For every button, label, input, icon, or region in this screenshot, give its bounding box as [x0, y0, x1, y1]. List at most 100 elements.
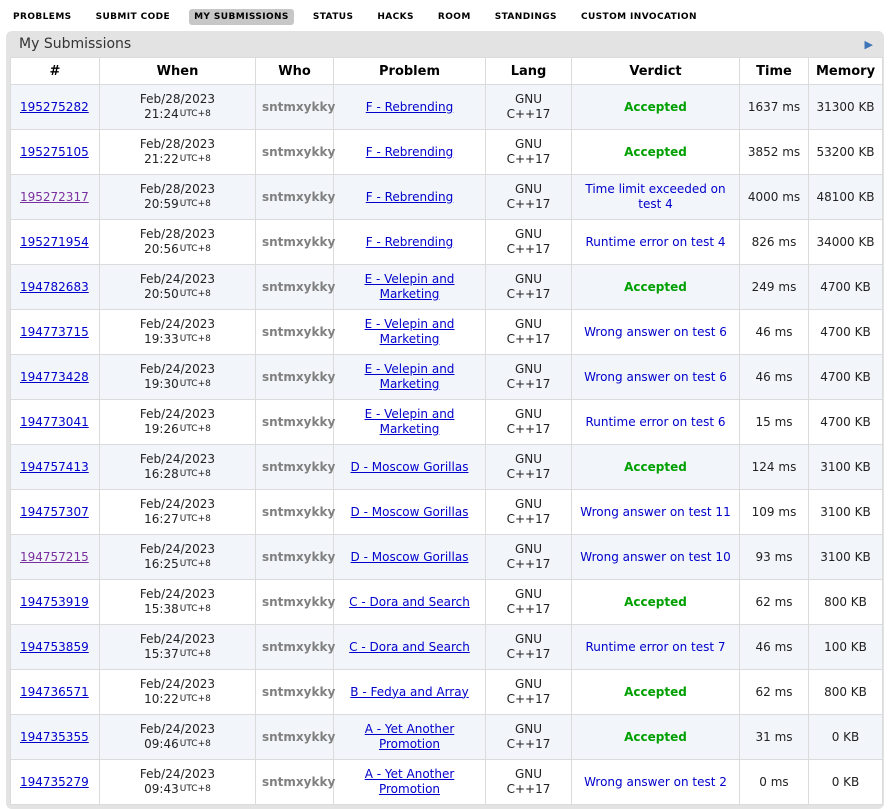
problem-link[interactable]: F - Rebrending	[366, 145, 454, 159]
submission-time: 20:59	[144, 197, 179, 211]
who-link[interactable]: sntmxykky	[262, 415, 335, 429]
nav-item-custom-invocation[interactable]: CUSTOM INVOCATION	[576, 9, 702, 25]
problem-link[interactable]: C - Dora and Search	[349, 640, 470, 654]
lang-label: GNU C++17	[502, 767, 556, 797]
who-link[interactable]: sntmxykky	[262, 280, 335, 294]
table-header-row: #WhenWhoProblemLangVerdictTimeMemory	[11, 58, 883, 85]
exec-time: 124 ms	[740, 445, 809, 490]
who-link[interactable]: sntmxykky	[262, 325, 335, 339]
who-link[interactable]: sntmxykky	[262, 685, 335, 699]
exec-time: 3852 ms	[740, 130, 809, 175]
nav-item-status[interactable]: STATUS	[308, 9, 359, 25]
problem-link[interactable]: F - Rebrending	[366, 190, 454, 204]
problem-link[interactable]: F - Rebrending	[366, 235, 454, 249]
submission-row: 195271954 Feb/28/2023 20:56UTC+8 sntmxyk…	[11, 220, 883, 265]
who-link[interactable]: sntmxykky	[262, 505, 335, 519]
submission-date: Feb/24/2023	[106, 542, 249, 557]
submission-id-link[interactable]: 195275282	[20, 100, 89, 114]
who-link[interactable]: sntmxykky	[262, 640, 335, 654]
submission-when-cell: Feb/24/2023 16:28UTC+8	[100, 445, 256, 490]
lang-label: GNU C++17	[502, 722, 556, 752]
submission-time: 19:30	[144, 377, 179, 391]
lang-label: GNU C++17	[502, 407, 556, 437]
timezone-label: UTC+8	[180, 244, 211, 254]
who-link[interactable]: sntmxykky	[262, 595, 335, 609]
verdict-label: Time limit exceeded on test 4	[585, 182, 725, 211]
submission-id-link[interactable]: 194753919	[20, 595, 89, 609]
submission-id-link[interactable]: 195271954	[20, 235, 89, 249]
verdict-label: Accepted	[624, 595, 687, 609]
submission-id-link[interactable]: 195272317	[20, 190, 89, 204]
problem-link[interactable]: E - Velepin and Marketing	[365, 272, 455, 301]
who-link[interactable]: sntmxykky	[262, 550, 335, 564]
submission-id-link[interactable]: 194735279	[20, 775, 89, 789]
submission-row: 194735279 Feb/24/2023 09:43UTC+8 sntmxyk…	[11, 760, 883, 805]
submissions-tbody: 195275282 Feb/28/2023 21:24UTC+8 sntmxyk…	[11, 85, 883, 805]
submission-id-link[interactable]: 194757307	[20, 505, 89, 519]
submission-row: 194773715 Feb/24/2023 19:33UTC+8 sntmxyk…	[11, 310, 883, 355]
memory: 800 KB	[809, 670, 883, 715]
memory: 31300 KB	[809, 85, 883, 130]
nav-item-submit-code[interactable]: SUBMIT CODE	[91, 9, 176, 25]
submission-id-link[interactable]: 194773715	[20, 325, 89, 339]
lang-label: GNU C++17	[502, 632, 556, 662]
nav-item-standings[interactable]: STANDINGS	[490, 9, 562, 25]
problem-link[interactable]: A - Yet Another Promotion	[365, 767, 455, 796]
memory: 4700 KB	[809, 310, 883, 355]
submission-date: Feb/28/2023	[106, 227, 249, 242]
problem-link[interactable]: E - Velepin and Marketing	[365, 407, 455, 436]
problem-link[interactable]: D - Moscow Gorillas	[351, 460, 469, 474]
who-link[interactable]: sntmxykky	[262, 775, 335, 789]
problem-link[interactable]: E - Velepin and Marketing	[365, 317, 455, 346]
submission-time: 21:24	[144, 107, 179, 121]
nav-item-my-submissions[interactable]: MY SUBMISSIONS	[189, 9, 294, 25]
nav-item-room[interactable]: ROOM	[433, 9, 476, 25]
submission-row: 194753919 Feb/24/2023 15:38UTC+8 sntmxyk…	[11, 580, 883, 625]
problem-link[interactable]: F - Rebrending	[366, 100, 454, 114]
submission-id-link[interactable]: 194773428	[20, 370, 89, 384]
memory: 4700 KB	[809, 265, 883, 310]
problem-link[interactable]: D - Moscow Gorillas	[351, 505, 469, 519]
nav-item-hacks[interactable]: HACKS	[372, 9, 419, 25]
who-link[interactable]: sntmxykky	[262, 235, 335, 249]
submission-id-link[interactable]: 194735355	[20, 730, 89, 744]
timezone-label: UTC+8	[180, 109, 211, 119]
who-link[interactable]: sntmxykky	[262, 370, 335, 384]
who-link[interactable]: sntmxykky	[262, 460, 335, 474]
who-link[interactable]: sntmxykky	[262, 100, 335, 114]
submission-id-link[interactable]: 195275105	[20, 145, 89, 159]
submission-when-cell: Feb/24/2023 16:27UTC+8	[100, 490, 256, 535]
submission-when-cell: Feb/24/2023 16:25UTC+8	[100, 535, 256, 580]
submission-when-cell: Feb/28/2023 21:22UTC+8	[100, 130, 256, 175]
who-link[interactable]: sntmxykky	[262, 190, 335, 204]
timezone-label: UTC+8	[180, 154, 211, 164]
verdict-label: Accepted	[624, 730, 687, 744]
submission-id-link[interactable]: 194736571	[20, 685, 89, 699]
exec-time: 15 ms	[740, 400, 809, 445]
memory: 48100 KB	[809, 175, 883, 220]
expand-arrow-icon[interactable]: ▶	[865, 39, 873, 50]
timezone-label: UTC+8	[180, 784, 211, 794]
who-link[interactable]: sntmxykky	[262, 730, 335, 744]
memory: 100 KB	[809, 625, 883, 670]
problem-link[interactable]: C - Dora and Search	[349, 595, 470, 609]
submission-row: 194757307 Feb/24/2023 16:27UTC+8 sntmxyk…	[11, 490, 883, 535]
lang-label: GNU C++17	[502, 182, 556, 212]
submission-id-link[interactable]: 194782683	[20, 280, 89, 294]
problem-link[interactable]: B - Fedya and Array	[350, 685, 468, 699]
submission-time: 21:22	[144, 152, 179, 166]
problem-link[interactable]: D - Moscow Gorillas	[351, 550, 469, 564]
problem-link[interactable]: A - Yet Another Promotion	[365, 722, 455, 751]
who-link[interactable]: sntmxykky	[262, 145, 335, 159]
submission-id-link[interactable]: 194757413	[20, 460, 89, 474]
submission-id-link[interactable]: 194773041	[20, 415, 89, 429]
memory: 800 KB	[809, 580, 883, 625]
submission-id-link[interactable]: 194757215	[20, 550, 89, 564]
contest-nav: PROBLEMS SUBMIT CODE MY SUBMISSIONS STATUS H…	[0, 0, 890, 30]
submission-id-link[interactable]: 194753859	[20, 640, 89, 654]
submission-time: 20:56	[144, 242, 179, 256]
submission-date: Feb/24/2023	[106, 722, 249, 737]
submission-time: 16:28	[144, 467, 179, 481]
nav-item-problems[interactable]: PROBLEMS	[8, 9, 77, 25]
problem-link[interactable]: E - Velepin and Marketing	[365, 362, 455, 391]
